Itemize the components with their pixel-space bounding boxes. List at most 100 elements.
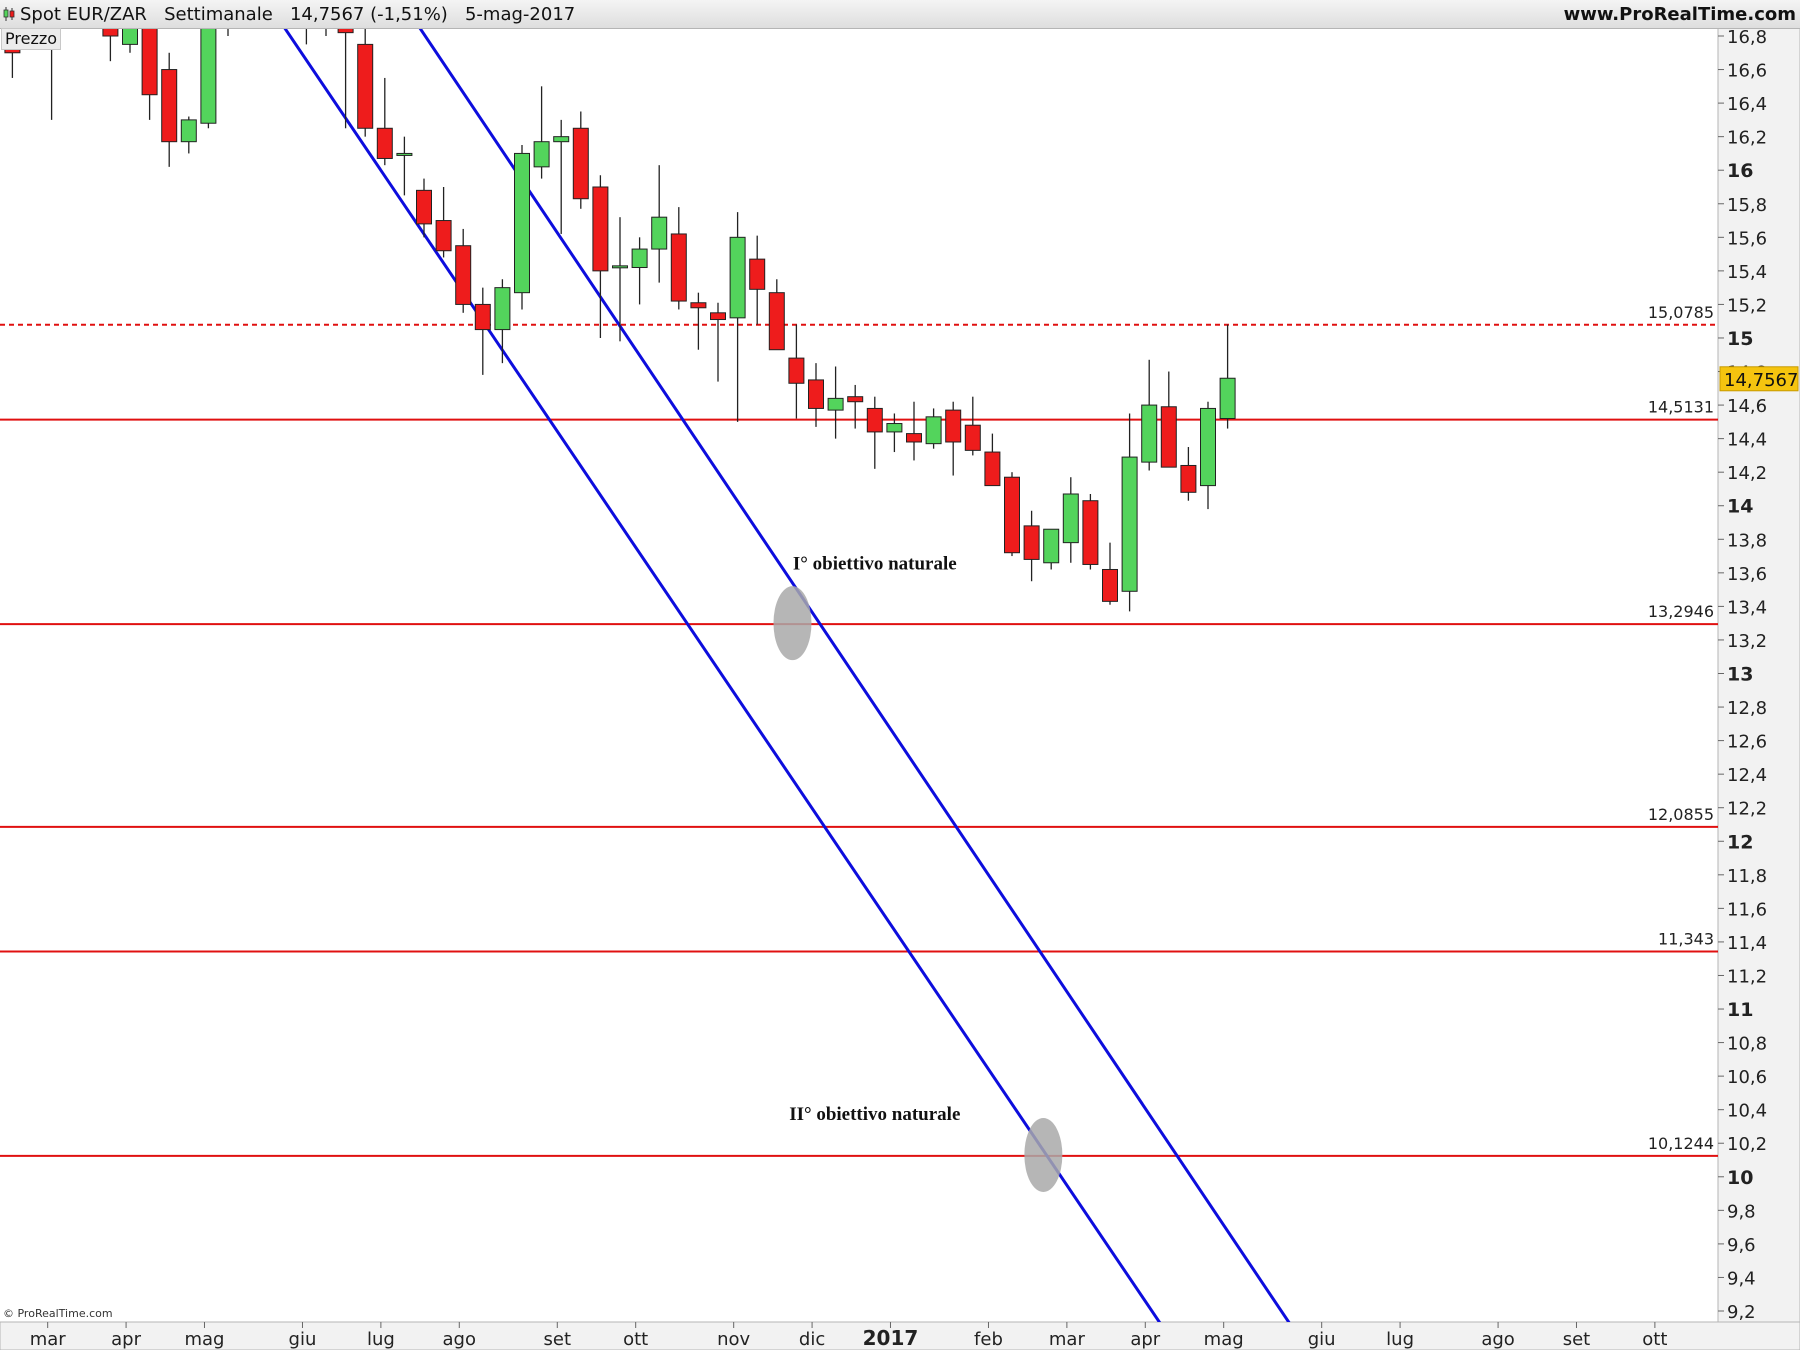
y-tick-label: 12,4 [1727, 765, 1767, 786]
level-label: 10,1244 [1648, 1134, 1714, 1153]
x-tick-label: nov [717, 1329, 750, 1350]
y-tick-label: 9,2 [1727, 1302, 1756, 1323]
x-tick-label: ago [1481, 1329, 1514, 1350]
candle-body [886, 423, 903, 433]
x-tick-label: set [1563, 1329, 1591, 1350]
candle-body [1102, 568, 1118, 602]
candle-body [416, 189, 432, 225]
candle-body [141, 28, 158, 96]
y-tick-label: 14,6 [1727, 396, 1767, 417]
y-tick-label: 12,8 [1727, 698, 1767, 719]
candle-body [612, 265, 628, 269]
candle-body [651, 216, 668, 250]
candle-body [1180, 464, 1197, 493]
y-tick-label: 10,4 [1727, 1101, 1767, 1122]
y-tick-label: 9,8 [1727, 1201, 1756, 1222]
x-tick-label: 2017 [863, 1326, 919, 1350]
y-tick-label: 15 [1727, 328, 1753, 350]
y-tick-label: 16,8 [1727, 27, 1767, 48]
candle-body [847, 396, 864, 403]
candlestick-icon [3, 7, 15, 21]
y-tick-label: 15,8 [1727, 195, 1767, 216]
candle-body [592, 186, 609, 272]
y-tick-label: 16,6 [1727, 61, 1767, 82]
y-tick-label: 12,6 [1727, 732, 1767, 753]
target-ellipse [773, 586, 812, 661]
target-ellipse [1024, 1117, 1063, 1192]
candle-body [514, 152, 530, 294]
y-tick-label: 12,2 [1727, 799, 1767, 820]
candle-body [1121, 456, 1138, 592]
level-label: 11,343 [1658, 929, 1714, 948]
y-tick-label: 11,6 [1727, 899, 1767, 920]
price-chart[interactable]: 15,0785 14,5131 13,2946 12,0855 11,343 10,124… [0, 0, 1800, 1350]
y-tick-label: 13 [1727, 664, 1753, 686]
candle [1082, 493, 1099, 570]
candle-body [710, 312, 726, 321]
x-tick-label: set [544, 1329, 572, 1350]
candle-body [435, 220, 452, 252]
candle-body [866, 407, 883, 433]
x-tick-label: dic [799, 1329, 825, 1350]
x-tick-label: apr [111, 1329, 141, 1350]
candle-body [553, 136, 570, 143]
y-tick-label: 15,2 [1727, 295, 1767, 316]
panel-label: Prezzo [1, 28, 62, 50]
y-tick-label: 16,2 [1727, 128, 1767, 149]
candle-body [572, 127, 589, 200]
x-tick-label: mag [184, 1329, 224, 1350]
y-tick-label: 15,6 [1727, 228, 1767, 249]
candle-body [906, 433, 922, 443]
target-annotation: I° obiettivo naturale [793, 553, 957, 574]
last-price-tag: 14,7567 [1719, 366, 1799, 392]
candle-body [1160, 406, 1177, 468]
y-tick-label: 14,2 [1727, 463, 1767, 484]
candle-body [827, 397, 844, 411]
y-tick-label: 13,4 [1727, 597, 1767, 618]
candle-body [1141, 404, 1158, 463]
candle-body [396, 152, 413, 156]
plot-background [0, 28, 1718, 1322]
x-tick-label: ott [1642, 1329, 1667, 1350]
candle-body [533, 141, 550, 168]
candle-body [180, 119, 197, 143]
candle-body [1004, 476, 1020, 554]
candle-body [1082, 500, 1099, 565]
y-tick-label: 10,2 [1727, 1134, 1767, 1155]
x-tick-label: ago [443, 1329, 476, 1350]
y-tick-label: 12 [1727, 831, 1753, 853]
y-tick-label: 13,8 [1727, 530, 1767, 551]
y-tick-label: 13,6 [1727, 564, 1767, 585]
candle-body [376, 127, 393, 159]
site-link[interactable]: www.ProRealTime.com [1564, 4, 1796, 25]
candle-body [788, 357, 805, 384]
chart-title: Spot EUR/ZAR Settimanale 14,7567 (-1,51%… [20, 4, 576, 25]
candle [514, 145, 530, 310]
y-tick-label: 10,8 [1727, 1034, 1767, 1055]
level-label: 13,2946 [1648, 602, 1714, 621]
x-tick-label: giu [289, 1329, 317, 1350]
candle [357, 28, 374, 137]
x-tick-label: mar [1049, 1329, 1086, 1350]
candle-body [1023, 525, 1040, 560]
y-tick-label: 11 [1727, 999, 1753, 1021]
candle-body [690, 302, 707, 309]
level-label: 15,0785 [1648, 303, 1714, 322]
level-label: 14,5131 [1648, 398, 1714, 417]
x-tick-label: ott [623, 1329, 648, 1350]
level-label: 12,0855 [1648, 805, 1714, 824]
candle-body [1062, 493, 1079, 544]
candle-body [1200, 407, 1216, 487]
candle-body [494, 287, 511, 331]
y-tick-label: 9,6 [1727, 1235, 1756, 1256]
y-tick-label: 14,4 [1727, 430, 1767, 451]
copyright-credit: © ProRealTime.com [3, 1307, 113, 1320]
y-tick-label: 14 [1727, 496, 1753, 518]
candle-body [631, 248, 648, 269]
candle-body [945, 409, 962, 443]
y-tick-label: 11,2 [1727, 966, 1767, 987]
candle-body [729, 236, 746, 319]
candle [1004, 472, 1020, 557]
x-tick-label: apr [1130, 1329, 1160, 1350]
candle-body [455, 245, 472, 305]
